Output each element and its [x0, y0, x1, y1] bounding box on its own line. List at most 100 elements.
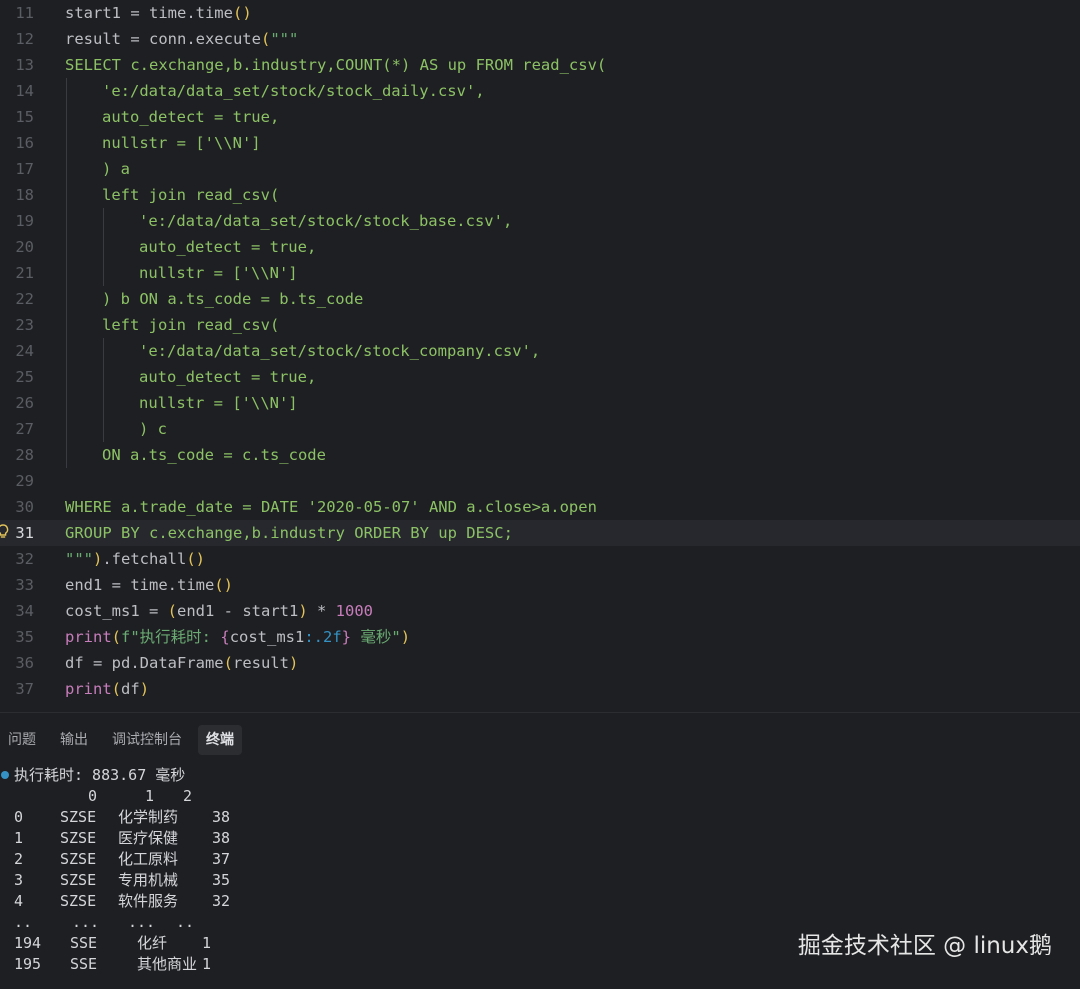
- row-index: 3: [14, 871, 24, 889]
- code-line[interactable]: 34 cost_ms1 = (end1 - start1) * 1000: [0, 598, 1080, 624]
- line-number: 30: [15, 498, 34, 516]
- line-number: 22: [15, 290, 34, 308]
- code-token: """: [270, 30, 299, 48]
- code-line[interactable]: 18 left join read_csv(: [0, 182, 1080, 208]
- indent-guide: [66, 390, 67, 416]
- code-text: nullstr = ['\\N']: [139, 390, 298, 416]
- line-number: 18: [15, 186, 34, 204]
- indent-guide: [66, 130, 67, 156]
- code-token: *: [307, 602, 336, 620]
- code-line[interactable]: 26 nullstr = ['\\N']: [0, 390, 1080, 416]
- tab-output[interactable]: 输出: [52, 725, 96, 755]
- code-token: ) c: [139, 420, 167, 438]
- dataframe-row: 4 SZSE 软件服务 32: [0, 891, 400, 912]
- line-number: 33: [15, 576, 34, 594]
- code-line[interactable]: 32 """).fetchall(): [0, 546, 1080, 572]
- indent-guide: [66, 338, 67, 364]
- indent-guide: [103, 416, 104, 442]
- dataframe-row: 1 SZSE 医疗保健 38: [0, 828, 400, 849]
- code-line[interactable]: 35 print(f"执行耗时: {cost_ms1:.2f} 毫秒"): [0, 624, 1080, 650]
- code-token: end1 - start1: [177, 602, 299, 620]
- code-token: (: [223, 654, 233, 672]
- code-token: df: [121, 680, 140, 698]
- code-token: nullstr = ['\\N']: [139, 394, 298, 412]
- code-token: auto_detect = true,: [102, 108, 280, 126]
- dataframe-row: 195 SSE 其他商业 1: [0, 954, 400, 975]
- code-token: start1 = time.time: [65, 4, 233, 22]
- tab-problems[interactable]: 问题: [0, 725, 44, 755]
- code-text: end1 = time.time(): [65, 572, 233, 598]
- code-line[interactable]: 36 df = pd.DataFrame(result): [0, 650, 1080, 676]
- code-line[interactable]: 30 WHERE a.trade_date = DATE '2020-05-07'…: [0, 494, 1080, 520]
- code-line[interactable]: 13 SELECT c.exchange,b.industry,COUNT(*) …: [0, 52, 1080, 78]
- code-text: auto_detect = true,: [102, 104, 279, 130]
- code-line[interactable]: 17) a: [0, 156, 1080, 182]
- timing-output: 执行耗时: 883.67 毫秒: [14, 766, 186, 784]
- code-token: ): [139, 680, 150, 698]
- industry-cell: ...: [128, 913, 156, 931]
- status-dot-icon: [1, 771, 9, 779]
- code-token: 'e:/data/data_set/stock/stock_company.cs…: [139, 342, 541, 360]
- indent-guide: [66, 78, 67, 104]
- code-text: auto_detect = true,: [139, 234, 316, 260]
- exchange-cell: SZSE: [60, 829, 97, 847]
- code-line[interactable]: 23 left join read_csv(: [0, 312, 1080, 338]
- line-number: 17: [15, 160, 34, 178]
- tab-terminal[interactable]: 终端: [198, 725, 242, 755]
- code-token: 'e:/data/data_set/stock/stock_base.csv',: [139, 212, 513, 230]
- code-line[interactable]: 29: [0, 468, 1080, 494]
- code-line[interactable]: 24 'e:/data/data_set/stock/stock_company.…: [0, 338, 1080, 364]
- count-cell: 38: [212, 829, 231, 847]
- code-line[interactable]: 12 result = conn.execute(""": [0, 26, 1080, 52]
- code-token: print: [65, 680, 112, 698]
- code-text: auto_detect = true,: [139, 364, 316, 390]
- line-number: 12: [15, 30, 34, 48]
- count-cell: 1: [202, 934, 212, 952]
- industry-cell: 化学制药: [118, 808, 179, 826]
- dataframe-row: 194 SSE 化纤 1: [0, 933, 400, 954]
- code-token: ): [298, 602, 308, 620]
- code-token: 1000: [335, 602, 373, 620]
- code-line[interactable]: 25 auto_detect = true,: [0, 364, 1080, 390]
- code-token: """: [65, 550, 93, 568]
- code-line[interactable]: 27) c: [0, 416, 1080, 442]
- industry-cell: 其他商业: [137, 955, 198, 973]
- code-token: {: [220, 628, 230, 646]
- lightbulb-icon[interactable]: [0, 524, 9, 540]
- code-text: start1 = time.time(): [65, 0, 252, 26]
- column-header: 2: [183, 787, 193, 805]
- code-token: (: [111, 680, 122, 698]
- row-index: 0: [14, 808, 24, 826]
- code-token: ): [288, 654, 299, 672]
- line-number: 25: [15, 368, 34, 386]
- code-line[interactable]: 21 nullstr = ['\\N']: [0, 260, 1080, 286]
- line-number: 32: [15, 550, 34, 568]
- code-line[interactable]: 16 nullstr = ['\\N']: [0, 130, 1080, 156]
- code-token: (): [214, 576, 233, 594]
- line-number: 23: [15, 316, 34, 334]
- tab-debug-console[interactable]: 调试控制台: [104, 725, 190, 755]
- code-text: WHERE a.trade_date = DATE '2020-05-07' A…: [65, 494, 597, 520]
- code-token: ) b ON a.ts_code = b.ts_code: [102, 290, 364, 308]
- code-line[interactable]: 19 'e:/data/data_set/stock/stock_base.csv…: [0, 208, 1080, 234]
- code-line[interactable]: 20 auto_detect = true,: [0, 234, 1080, 260]
- code-line[interactable]: 28 ON a.ts_code = c.ts_code: [0, 442, 1080, 468]
- code-line[interactable]: 31 GROUP BY c.exchange,b.industry ORDER B…: [0, 520, 1080, 546]
- code-line[interactable]: 22 ) b ON a.ts_code = b.ts_code: [0, 286, 1080, 312]
- line-number: 37: [15, 680, 34, 698]
- indent-guide: [103, 390, 104, 416]
- code-line[interactable]: 15 auto_detect = true,: [0, 104, 1080, 130]
- code-line[interactable]: 37 print(df): [0, 676, 1080, 702]
- dataframe-row: 3 SZSE 专用机械 35: [0, 870, 400, 891]
- code-token: 'e:/data/data_set/stock/stock_daily.csv'…: [102, 82, 485, 100]
- industry-cell: 化纤: [137, 934, 168, 952]
- count-cell: 35: [212, 871, 231, 889]
- industry-cell: 专用机械: [118, 871, 179, 889]
- indent-guide: [66, 416, 67, 442]
- exchange-cell: SZSE: [60, 808, 97, 826]
- code-line[interactable]: 11 start1 = time.time(): [0, 0, 1080, 26]
- code-editor[interactable]: 11 start1 = time.time() 12 result = conn.ex…: [0, 0, 1080, 712]
- watermark: 掘金技术社区 @ linux鹅: [797, 933, 1052, 959]
- code-line[interactable]: 33 end1 = time.time(): [0, 572, 1080, 598]
- code-line[interactable]: 14 'e:/data/data_set/stock/stock_daily.cs…: [0, 78, 1080, 104]
